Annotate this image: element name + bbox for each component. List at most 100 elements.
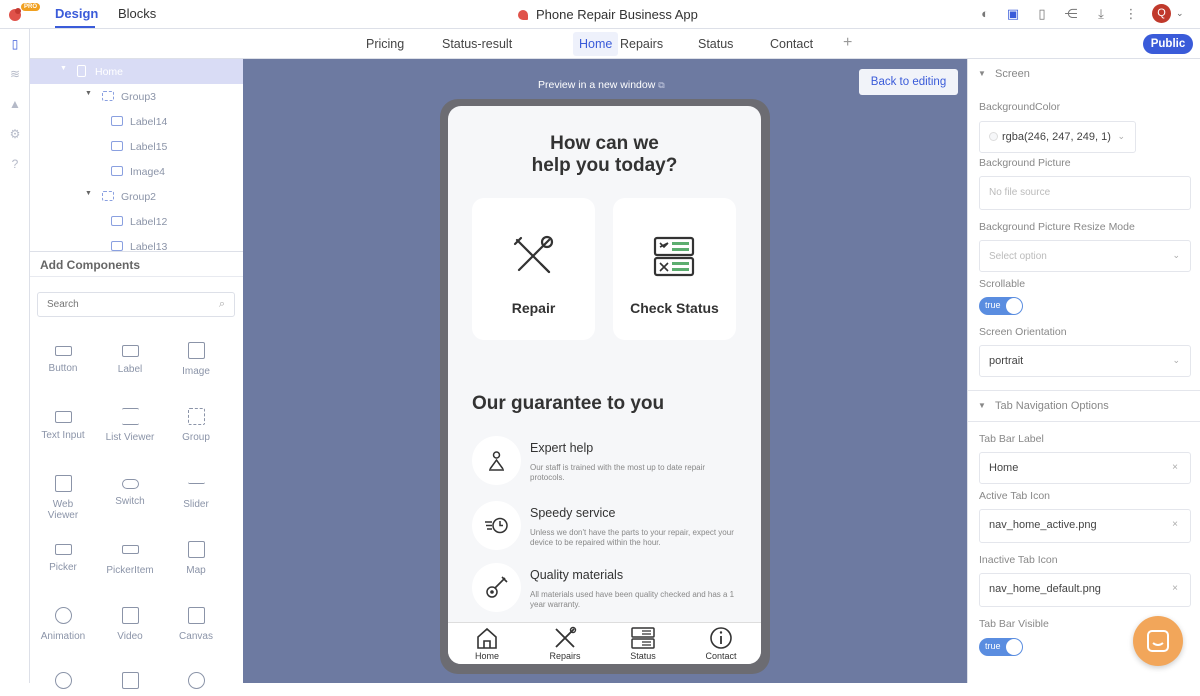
tree-item-home[interactable]: ▼ Home xyxy=(30,59,243,84)
tab-bar-label-input[interactable]: Home × xyxy=(979,452,1191,484)
tab-bar-visible-toggle[interactable]: true xyxy=(979,638,1023,656)
more-vertical-icon[interactable]: ⋮ xyxy=(1123,6,1139,22)
search-icon: ⌕ xyxy=(218,298,225,310)
image-icon xyxy=(111,166,123,176)
tab-repairs[interactable]: Repairs xyxy=(620,37,663,51)
component-button[interactable]: Button xyxy=(30,342,96,374)
public-button[interactable]: Public xyxy=(1143,34,1193,54)
feature-title: Expert help xyxy=(530,441,594,455)
inactive-tab-icon-input[interactable]: nav_home_default.png × xyxy=(979,573,1191,607)
tab-navigation-section-header[interactable]: ▼ Tab Navigation Options xyxy=(968,391,1200,421)
toggle-knob xyxy=(1006,298,1022,314)
tab-design[interactable]: Design xyxy=(55,6,98,21)
component-web-viewer[interactable]: Web Viewer xyxy=(30,475,96,521)
tools-icon xyxy=(513,235,554,274)
back-to-editing-button[interactable]: Back to editing xyxy=(859,69,958,95)
component-slider[interactable]: Slider xyxy=(163,475,229,510)
component-search[interactable]: ⌕ xyxy=(37,292,235,317)
clear-icon[interactable]: × xyxy=(1172,519,1178,530)
calendar-icon xyxy=(121,672,139,689)
component-search-input[interactable] xyxy=(38,293,208,316)
database-icon[interactable]: ≋ xyxy=(7,66,23,82)
component-date-picker[interactable] xyxy=(97,672,163,696)
tree-item-group2[interactable]: ▼ Group2 xyxy=(30,184,243,209)
caret-down-icon[interactable]: ▼ xyxy=(60,65,67,72)
download-icon[interactable]: ⤓ xyxy=(1093,6,1109,22)
tab-bar-label-label: Tab Bar Label xyxy=(979,433,1044,445)
component-group[interactable]: Group xyxy=(163,408,229,443)
tab-contact[interactable]: Contact xyxy=(770,37,813,51)
component-canvas[interactable]: Canvas xyxy=(163,607,229,642)
tab-status[interactable]: Status xyxy=(698,37,733,51)
preview-link-text: Preview in a new window xyxy=(538,79,656,91)
component-map[interactable]: Map xyxy=(163,541,229,576)
app-icon xyxy=(518,10,528,20)
active-tab-icon-label: Active Tab Icon xyxy=(979,490,1051,502)
tab-home[interactable]: Home xyxy=(579,37,612,51)
component-list-viewer[interactable]: List Viewer xyxy=(97,408,163,443)
tab-status-result[interactable]: Status-result xyxy=(442,37,512,51)
toggle-value: true xyxy=(985,300,1001,310)
component-label: PickerItem xyxy=(106,565,154,576)
phone-tab-repairs[interactable]: Repairs xyxy=(535,626,595,661)
component-animation[interactable]: Animation xyxy=(30,607,96,642)
tree-item-label14[interactable]: Label14 xyxy=(30,109,243,134)
component-timer[interactable] xyxy=(163,672,229,696)
list-icon xyxy=(121,408,139,425)
phone-screen: How can we help you today? Repair Check … xyxy=(448,106,761,664)
repair-card[interactable]: Repair xyxy=(472,198,595,340)
tree-item-label13[interactable]: Label13 xyxy=(30,234,243,251)
caret-down-icon[interactable]: ▼ xyxy=(85,190,92,197)
tree-item-label: Label13 xyxy=(130,241,168,251)
label-icon xyxy=(111,216,123,226)
background-color-picker[interactable]: rgba(246, 247, 249, 1) ⌄ xyxy=(979,121,1136,153)
tree-item-group3[interactable]: ▼ Group3 xyxy=(30,84,243,109)
tree-item-label12[interactable]: Label12 xyxy=(30,209,243,234)
tab-blocks[interactable]: Blocks xyxy=(118,6,156,21)
component-picker-item[interactable]: PickerItem xyxy=(97,541,163,576)
clear-icon[interactable]: × xyxy=(1172,583,1178,594)
clear-icon[interactable]: × xyxy=(1172,462,1178,473)
component-label: Map xyxy=(186,565,206,576)
chat-launcher-button[interactable] xyxy=(1133,616,1183,666)
group-icon xyxy=(102,91,114,101)
settings-icon[interactable]: ⚙ xyxy=(7,126,23,142)
active-tab-icon-input[interactable]: nav_home_active.png × xyxy=(979,509,1191,543)
feature-description: Our staff is trained with the most up to… xyxy=(530,463,706,482)
component-text-input[interactable]: Text Input xyxy=(30,408,96,441)
top-bar: PRO Design Blocks Phone Repair Business … xyxy=(0,0,1200,29)
screens-icon[interactable]: ▯ xyxy=(7,36,23,52)
screen-section-header[interactable]: ▼ Screen xyxy=(968,59,1200,89)
component-label[interactable]: Label xyxy=(97,342,163,375)
color-swatch xyxy=(989,132,998,141)
phone-tab-home[interactable]: Home xyxy=(457,626,517,661)
component-image[interactable]: Image xyxy=(163,342,229,377)
phone-tab-status[interactable]: Status xyxy=(613,626,673,661)
phone-icon[interactable]: ▯ xyxy=(1034,6,1050,22)
component-video[interactable]: Video xyxy=(97,607,163,642)
contrast-icon[interactable]: ◐ xyxy=(977,6,993,22)
add-screen-button[interactable]: + xyxy=(843,34,852,52)
check-status-card[interactable]: Check Status xyxy=(613,198,736,340)
caret-down-icon[interactable]: ▼ xyxy=(85,90,92,97)
chevron-down-icon[interactable]: ⌄ xyxy=(1176,8,1184,19)
orientation-select[interactable]: portrait ⌄ xyxy=(979,345,1191,377)
background-picture-field[interactable]: No file source xyxy=(979,176,1191,210)
component-loader[interactable] xyxy=(30,672,96,696)
tree-item-label15[interactable]: Label15 xyxy=(30,134,243,159)
section-title: Tab Navigation Options xyxy=(995,400,1109,412)
help-icon[interactable]: ? xyxy=(7,156,23,172)
media-icon[interactable]: ▲ xyxy=(7,96,23,112)
avatar[interactable]: Q xyxy=(1152,4,1171,23)
tree-item-image4[interactable]: Image4 xyxy=(30,159,243,184)
component-label: Video xyxy=(117,631,143,642)
component-switch[interactable]: Switch xyxy=(97,475,163,507)
resize-mode-select[interactable]: Select option ⌄ xyxy=(979,240,1191,272)
share-icon[interactable]: ⋲ xyxy=(1063,6,1079,22)
tablet-frame-icon[interactable]: ▣ xyxy=(1005,6,1021,22)
scrollable-toggle[interactable]: true xyxy=(979,297,1023,315)
preview-link[interactable]: Preview in a new window ⧉ xyxy=(538,79,665,91)
phone-tab-contact[interactable]: Contact xyxy=(691,626,751,661)
tab-pricing[interactable]: Pricing xyxy=(366,37,404,51)
component-picker[interactable]: Picker xyxy=(30,541,96,573)
